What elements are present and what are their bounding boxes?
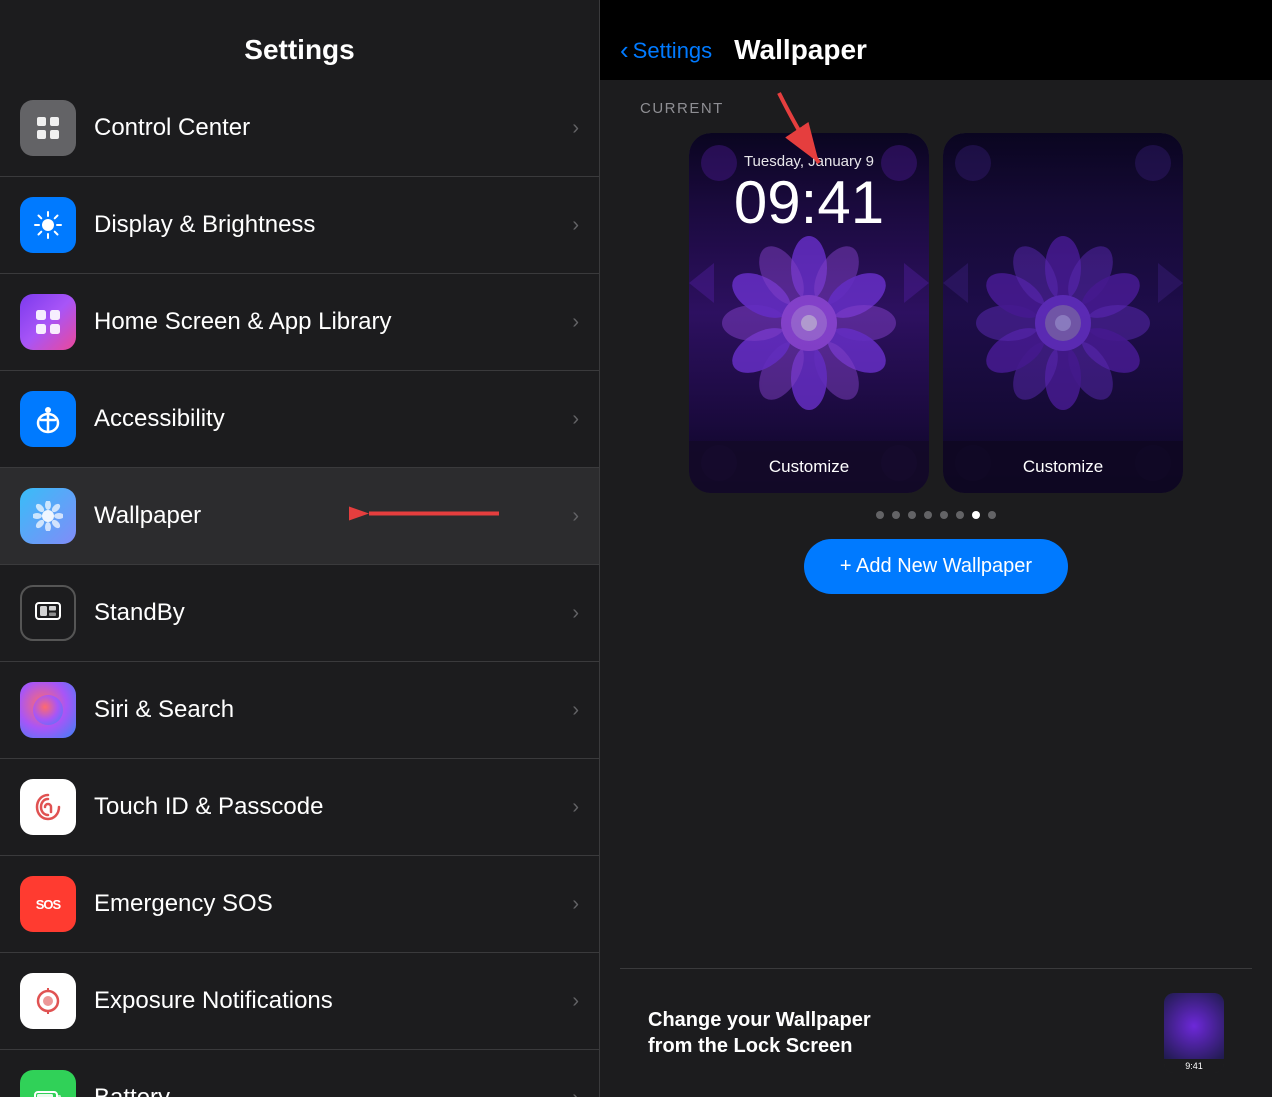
wallpaper-bottom-section: Change your Wallpaperfrom the Lock Scree… bbox=[620, 968, 1252, 1097]
page-dot-5[interactable] bbox=[956, 511, 964, 519]
battery-chevron: › bbox=[572, 1087, 579, 1097]
standby-icon bbox=[20, 585, 76, 641]
wallpaper-previews: Tuesday, January 9 09:41 Customize bbox=[689, 133, 1183, 493]
settings-item-control-center[interactable]: Control Center › bbox=[0, 80, 599, 177]
battery-icon bbox=[20, 1070, 76, 1097]
lock-screen-info: Tuesday, January 9 09:41 bbox=[689, 133, 929, 236]
settings-item-display-brightness[interactable]: Display & Brightness › bbox=[0, 177, 599, 274]
standby-label: StandBy bbox=[94, 599, 572, 627]
siri-search-icon bbox=[20, 682, 76, 738]
siri-search-chevron: › bbox=[572, 699, 579, 722]
accessibility-chevron: › bbox=[572, 408, 579, 431]
accessibility-icon bbox=[20, 391, 76, 447]
settings-header: Settings bbox=[0, 0, 599, 80]
page-dot-3[interactable] bbox=[924, 511, 932, 519]
home-customize-label: Customize bbox=[1023, 457, 1103, 477]
change-wallpaper-text: Change your Wallpaperfrom the Lock Scree… bbox=[648, 1007, 1144, 1059]
settings-item-accessibility[interactable]: Accessibility › bbox=[0, 371, 599, 468]
touch-id-icon bbox=[20, 779, 76, 835]
back-button[interactable]: ‹ Settings bbox=[620, 35, 712, 66]
add-wallpaper-button[interactable]: + Add New Wallpaper bbox=[804, 539, 1068, 594]
settings-item-battery[interactable]: Battery › bbox=[0, 1050, 599, 1097]
page-dot-6[interactable] bbox=[972, 511, 980, 519]
emergency-sos-icon: SOS bbox=[20, 876, 76, 932]
wallpaper-panel: ‹ Settings Wallpaper CURRENT bbox=[600, 0, 1272, 1097]
lock-time: 09:41 bbox=[705, 170, 913, 236]
touch-id-chevron: › bbox=[572, 796, 579, 819]
wallpaper-icon bbox=[20, 488, 76, 544]
exposure-icon bbox=[20, 973, 76, 1029]
page-dot-2[interactable] bbox=[908, 511, 916, 519]
home-screen-customize[interactable]: Customize bbox=[943, 441, 1183, 493]
settings-item-wallpaper[interactable]: Wallpaper › bbox=[0, 468, 599, 565]
mini-wallpaper-preview: 9:41 bbox=[1164, 993, 1224, 1073]
back-label: Settings bbox=[633, 38, 713, 64]
home-screen-icon bbox=[20, 294, 76, 350]
lock-screen-card[interactable]: Tuesday, January 9 09:41 Customize bbox=[689, 133, 929, 493]
control-center-chevron: › bbox=[572, 117, 579, 140]
display-brightness-chevron: › bbox=[572, 214, 579, 237]
home-screen-label: Home Screen & App Library bbox=[94, 308, 572, 336]
settings-item-standby[interactable]: StandBy › bbox=[0, 565, 599, 662]
lock-customize-label: Customize bbox=[769, 457, 849, 477]
lock-date: Tuesday, January 9 bbox=[705, 153, 913, 170]
battery-label: Battery bbox=[94, 1084, 572, 1097]
page-dots bbox=[876, 511, 996, 519]
wallpaper-chevron: › bbox=[572, 505, 579, 528]
page-dot-1[interactable] bbox=[892, 511, 900, 519]
current-label: CURRENT bbox=[640, 100, 724, 117]
home-screen-chevron: › bbox=[572, 311, 579, 334]
home-screen-card[interactable]: Customize bbox=[943, 133, 1183, 493]
control-center-label: Control Center bbox=[94, 114, 572, 142]
mini-preview-bg bbox=[1164, 993, 1224, 1059]
emergency-sos-label: Emergency SOS bbox=[94, 890, 572, 918]
siri-search-label: Siri & Search bbox=[94, 696, 572, 724]
mini-preview-time: 9:41 bbox=[1164, 1059, 1224, 1073]
settings-item-emergency-sos[interactable]: SOS Emergency SOS › bbox=[0, 856, 599, 953]
display-brightness-icon bbox=[20, 197, 76, 253]
touch-id-label: Touch ID & Passcode bbox=[94, 793, 572, 821]
wallpaper-content: CURRENT bbox=[600, 80, 1272, 1097]
wallpaper-page-title: Wallpaper bbox=[734, 34, 867, 66]
exposure-label: Exposure Notifications bbox=[94, 987, 572, 1015]
wallpaper-header: ‹ Settings Wallpaper bbox=[600, 0, 1272, 80]
settings-item-siri-search[interactable]: Siri & Search › bbox=[0, 662, 599, 759]
wallpaper-label: Wallpaper bbox=[94, 502, 572, 530]
control-center-icon bbox=[20, 100, 76, 156]
accessibility-label: Accessibility bbox=[94, 405, 572, 433]
page-dot-0[interactable] bbox=[876, 511, 884, 519]
change-wallpaper-title: Change your Wallpaperfrom the Lock Scree… bbox=[648, 1007, 1144, 1059]
settings-item-touch-id[interactable]: Touch ID & Passcode › bbox=[0, 759, 599, 856]
settings-panel: Settings Control Center › Display & bbox=[0, 0, 600, 1097]
exposure-chevron: › bbox=[572, 990, 579, 1013]
emergency-sos-chevron: › bbox=[572, 893, 579, 916]
page-dot-7[interactable] bbox=[988, 511, 996, 519]
display-brightness-label: Display & Brightness bbox=[94, 211, 572, 239]
standby-chevron: › bbox=[572, 602, 579, 625]
settings-list: Control Center › Display & Brightness › … bbox=[0, 80, 599, 1097]
page-dot-4[interactable] bbox=[940, 511, 948, 519]
settings-title: Settings bbox=[244, 34, 354, 66]
settings-item-home-screen[interactable]: Home Screen & App Library › bbox=[0, 274, 599, 371]
settings-item-exposure[interactable]: Exposure Notifications › bbox=[0, 953, 599, 1050]
back-chevron-icon: ‹ bbox=[620, 35, 629, 66]
lock-screen-customize[interactable]: Customize bbox=[689, 441, 929, 493]
